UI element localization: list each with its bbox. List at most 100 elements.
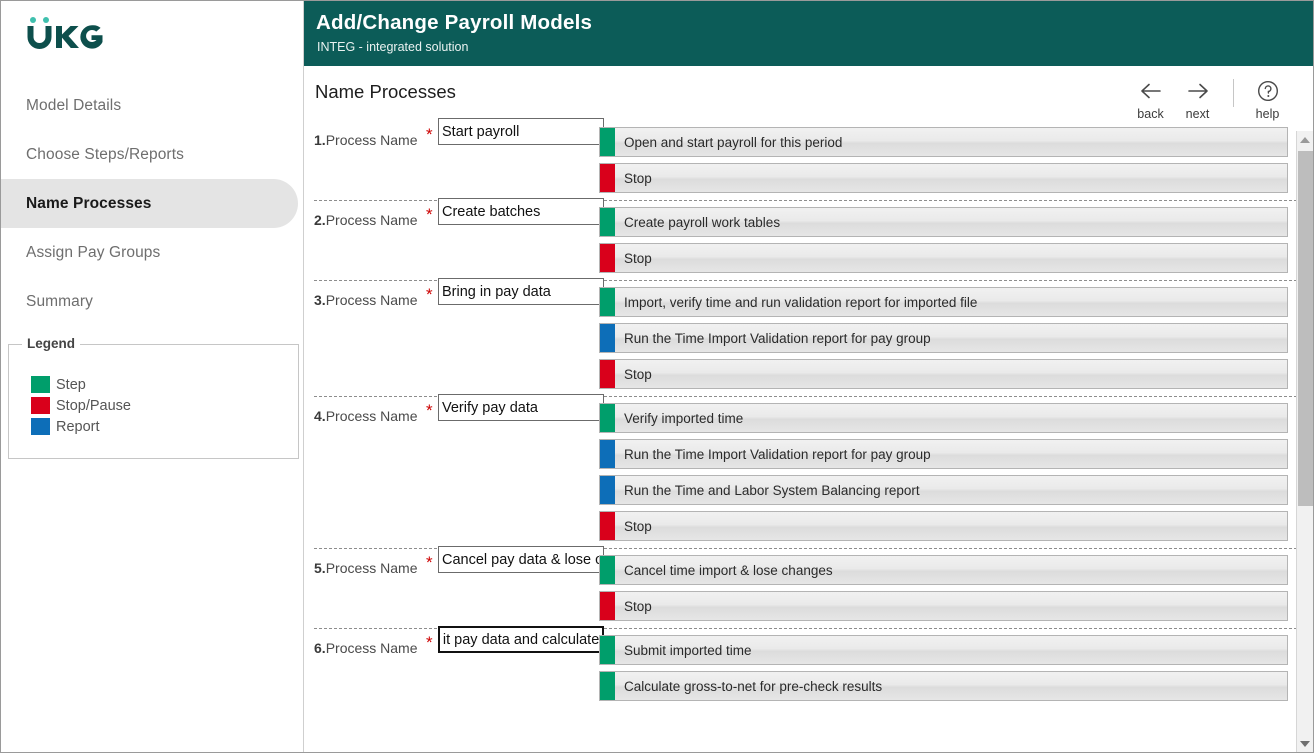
step-type-indicator [600, 476, 615, 504]
process-row: 3.Process Name * Import, verify time and… [305, 278, 1313, 396]
required-marker: * [426, 205, 433, 224]
required-marker: * [426, 125, 433, 144]
step-type-indicator [600, 404, 615, 432]
step-type-indicator [600, 360, 615, 388]
process-steps: Cancel time import & lose changes Stop [599, 555, 1313, 621]
back-button[interactable]: back [1127, 79, 1174, 121]
required-marker: * [426, 633, 433, 652]
arrow-right-icon [1186, 79, 1210, 103]
legend-label-report: Report [56, 418, 100, 435]
process-name-input[interactable] [438, 626, 604, 653]
process-name-input[interactable] [438, 198, 604, 225]
step-bar[interactable]: Stop [599, 591, 1288, 621]
step-label: Cancel time import & lose changes [624, 562, 833, 578]
step-bar[interactable]: Submit imported time [599, 635, 1288, 665]
process-row: 1.Process Name * Open and start payroll … [305, 118, 1313, 200]
step-type-indicator [600, 164, 615, 192]
legend-swatch-step [31, 376, 50, 393]
process-label-column: 1.Process Name * [305, 118, 604, 193]
process-group: 1.Process Name * Open and start payroll … [305, 118, 1313, 200]
process-group: 2.Process Name * Create payroll work tab… [305, 198, 1313, 280]
legend-swatch-report [31, 418, 50, 435]
step-bar[interactable]: Stop [599, 359, 1288, 389]
step-bar[interactable]: Open and start payroll for this period [599, 127, 1288, 157]
help-button[interactable]: help [1244, 79, 1291, 121]
process-number: 2. [314, 212, 326, 228]
sidebar: Model Details Choose Steps/Reports Name … [1, 1, 304, 752]
header-subtitle: INTEG - integrated solution [317, 40, 469, 54]
step-bar[interactable]: Run the Time Import Validation report fo… [599, 439, 1288, 469]
process-name-input[interactable] [438, 394, 604, 421]
sidebar-item-assign-pay-groups[interactable]: Assign Pay Groups [1, 228, 304, 277]
step-type-indicator [600, 592, 615, 620]
process-steps: Verify imported time Run the Time Import… [599, 403, 1313, 541]
step-bar[interactable]: Run the Time Import Validation report fo… [599, 323, 1288, 353]
help-circle-icon [1256, 79, 1280, 103]
process-name-label: 3.Process Name [314, 292, 418, 308]
process-label-column: 5.Process Name * [305, 546, 604, 621]
process-group: 5.Process Name * Cancel time import & lo… [305, 546, 1313, 628]
step-bar[interactable]: Stop [599, 243, 1288, 273]
process-row: 2.Process Name * Create payroll work tab… [305, 198, 1313, 280]
scrollbar-down-arrow[interactable] [1297, 735, 1313, 752]
step-label: Run the Time and Labor System Balancing … [624, 482, 920, 498]
process-name-input[interactable] [438, 118, 604, 145]
sidebar-item-choose-steps-reports[interactable]: Choose Steps/Reports [1, 130, 304, 179]
step-label: Import, verify time and run validation r… [624, 294, 978, 310]
ukg-logo[interactable] [25, 17, 103, 50]
step-bar[interactable]: Verify imported time [599, 403, 1288, 433]
sidebar-item-label: Name Processes [26, 194, 152, 212]
step-label: Verify imported time [624, 410, 744, 426]
process-label-column: 6.Process Name * [305, 626, 604, 701]
scrollbar-thumb[interactable] [1298, 151, 1313, 506]
process-steps: Import, verify time and run validation r… [599, 287, 1313, 389]
process-steps: Open and start payroll for this period S… [599, 127, 1313, 193]
process-name-input[interactable] [438, 278, 604, 305]
page-header: Add/Change Payroll Models INTEG - integr… [304, 1, 1313, 66]
application-window: Model Details Choose Steps/Reports Name … [0, 0, 1314, 753]
process-label-text: Process Name [325, 408, 418, 424]
step-type-indicator [600, 208, 615, 236]
process-number: 3. [314, 292, 326, 308]
step-bar[interactable]: Run the Time and Labor System Balancing … [599, 475, 1288, 505]
process-group: 4.Process Name * Verify imported time Ru… [305, 394, 1313, 548]
process-name-input[interactable] [438, 546, 604, 573]
sidebar-item-label: Model Details [26, 96, 122, 114]
chevron-down-icon [1300, 740, 1310, 747]
process-group: 6.Process Name * Submit imported time Ca… [305, 626, 1313, 708]
legend-title: Legend [22, 336, 81, 351]
process-label-text: Process Name [325, 640, 418, 656]
required-marker: * [426, 285, 433, 304]
sidebar-item-name-processes[interactable]: Name Processes [1, 179, 298, 228]
process-name-label: 5.Process Name [314, 560, 418, 576]
sidebar-item-summary[interactable]: Summary [1, 277, 304, 326]
step-type-indicator [600, 556, 615, 584]
chevron-up-icon [1300, 136, 1310, 143]
step-bar[interactable]: Create payroll work tables [599, 207, 1288, 237]
required-marker: * [426, 553, 433, 572]
process-label-text: Process Name [325, 292, 418, 308]
step-bar[interactable]: Calculate gross-to-net for pre-check res… [599, 671, 1288, 701]
scrollbar-up-arrow[interactable] [1297, 131, 1313, 148]
sidebar-nav: Model Details Choose Steps/Reports Name … [1, 81, 304, 326]
step-bar[interactable]: Stop [599, 511, 1288, 541]
step-type-indicator [600, 512, 615, 540]
process-label-column: 3.Process Name * [305, 278, 604, 389]
step-bar[interactable]: Stop [599, 163, 1288, 193]
help-button-label: help [1255, 107, 1280, 121]
vertical-scrollbar[interactable] [1296, 131, 1313, 752]
legend-label-stop-pause: Stop/Pause [56, 397, 131, 414]
main-content: Name Processes back next help 1.Process … [305, 66, 1313, 752]
step-bar[interactable]: Import, verify time and run validation r… [599, 287, 1288, 317]
step-type-indicator [600, 636, 615, 664]
sidebar-item-label: Assign Pay Groups [26, 243, 161, 261]
process-number: 5. [314, 560, 326, 576]
legend-label-step: Step [56, 376, 86, 393]
process-number: 4. [314, 408, 326, 424]
step-bar[interactable]: Cancel time import & lose changes [599, 555, 1288, 585]
step-label: Run the Time Import Validation report fo… [624, 446, 931, 462]
next-button[interactable]: next [1174, 79, 1221, 121]
sidebar-item-label: Summary [26, 292, 94, 310]
sidebar-item-model-details[interactable]: Model Details [1, 81, 304, 130]
process-label-text: Process Name [325, 132, 418, 148]
